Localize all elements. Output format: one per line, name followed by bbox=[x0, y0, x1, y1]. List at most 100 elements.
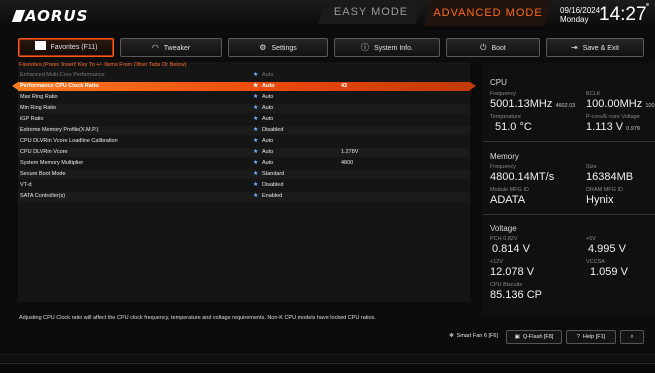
pch-voltage-value: 0.814 V bbox=[492, 243, 530, 255]
star-icon: ★ bbox=[253, 160, 259, 166]
bottom-divider bbox=[0, 363, 655, 364]
weekday-text: Monday bbox=[560, 15, 589, 24]
star-icon: ★ bbox=[253, 149, 259, 155]
setting-name: Min Ring Ratio bbox=[20, 105, 57, 111]
star-icon: ★ bbox=[253, 116, 259, 122]
core-voltage-sub: 0.979 bbox=[626, 126, 640, 132]
setting-value: Standard bbox=[262, 171, 285, 177]
aorus-logo: AORUS bbox=[11, 7, 88, 25]
voltage-section-title: Voltage bbox=[490, 224, 517, 233]
cpu-biscuits-label: CPU Biscuits bbox=[490, 282, 523, 288]
core-voltage-label: P-core/E-core Voltage bbox=[586, 114, 640, 120]
exit-icon: ⇥ bbox=[571, 43, 578, 52]
setting-name: Secure Boot Mode bbox=[20, 171, 66, 177]
setting-row[interactable]: CPU DLVRin Vcore Loadline Calibration ★ … bbox=[18, 137, 470, 146]
search-icon: ⌕ bbox=[630, 334, 634, 340]
setting-name: iGP Ratio bbox=[20, 116, 44, 122]
memory-section-title: Memory bbox=[490, 152, 519, 161]
setting-row[interactable]: Enhanced Multi-Core Performance ★ Auto bbox=[18, 71, 470, 80]
setting-current-value: 43 bbox=[341, 83, 348, 89]
12v-value: 12.078 V bbox=[490, 266, 535, 278]
setting-name: Extreme Memory Profile(X.M.P.) bbox=[20, 127, 99, 133]
advanced-mode-button[interactable]: ADVANCED MODE bbox=[424, 0, 552, 26]
tab-boot[interactable]: ⏻ Boot bbox=[446, 38, 540, 57]
setting-row[interactable]: CPU DLVRin Vcore ★ Auto 1.278V bbox=[18, 148, 470, 157]
help-button[interactable]: ? Help [F1] bbox=[566, 330, 616, 344]
cpu-frequency-value: 5001.13MHz 4602.03 bbox=[490, 98, 576, 110]
setting-name: CPU DLVRin Vcore bbox=[20, 149, 68, 155]
setting-row[interactable]: Min Ring Ratio ★ Auto bbox=[18, 104, 470, 113]
tab-save-exit[interactable]: ⇥ Save & Exit bbox=[546, 38, 644, 57]
memory-size-value: 16384MB bbox=[586, 171, 634, 183]
bclk-value: 100.00MHz 100 bbox=[586, 98, 655, 110]
module-mfg-label: Module MFG ID bbox=[490, 187, 529, 193]
setting-row[interactable]: SATA Controller(s) ★ Enabled bbox=[18, 192, 470, 201]
qflash-button[interactable]: ▣ Q-Flash [F8] bbox=[506, 330, 562, 344]
setting-value: Disabled bbox=[262, 182, 284, 188]
setting-row[interactable]: Extreme Memory Profile(X.M.P.) ★ Disable… bbox=[18, 126, 470, 135]
setting-current-value: 4800 bbox=[341, 160, 354, 166]
memory-size-label: Size bbox=[586, 164, 597, 170]
selection-arrow-left bbox=[12, 82, 18, 90]
easy-mode-button[interactable]: EASY MODE bbox=[318, 0, 424, 24]
cpu-temperature-value: 51.0 °C bbox=[495, 121, 532, 133]
cpu-frequency-sub: 4602.03 bbox=[555, 103, 576, 109]
setting-row[interactable]: iGP Ratio ★ Auto bbox=[18, 115, 470, 124]
5v-value: 4.995 V bbox=[588, 243, 626, 255]
gauge-icon: ◠ bbox=[151, 43, 159, 52]
setting-name: CPU DLVRin Vcore Loadline Calibration bbox=[20, 138, 118, 144]
selection-arrow-right bbox=[470, 82, 476, 90]
clock-time: 14:27 bbox=[599, 4, 647, 25]
help-icon: ? bbox=[576, 334, 580, 340]
memory-frequency-label: Frequency bbox=[490, 164, 516, 170]
setting-value: Auto bbox=[262, 116, 274, 122]
tab-system-info[interactable]: ⓘ System Info. bbox=[334, 38, 440, 57]
setting-value: Auto bbox=[262, 138, 274, 144]
cpu-frequency-label: Frequency bbox=[490, 91, 516, 97]
vccsa-label: VCCSA bbox=[586, 259, 605, 265]
smart-fan-button[interactable]: ✻ Smart Fan 6 [F6] bbox=[446, 330, 501, 342]
search-button[interactable]: ⌕ bbox=[620, 330, 644, 344]
setting-value: Auto bbox=[262, 94, 274, 100]
5v-label: +5V bbox=[586, 236, 596, 242]
setting-value: Auto bbox=[262, 72, 274, 78]
date-display: 09/16/2024 Monday bbox=[560, 6, 600, 24]
setting-name: SATA Controller(s) bbox=[20, 193, 66, 199]
item-help-text: Adjusting CPU Clock ratio will affect th… bbox=[19, 315, 376, 321]
bclk-sub: 100 bbox=[645, 103, 655, 109]
dram-mfg-label: DRAM MFG ID bbox=[586, 187, 623, 193]
cpu-temperature-label: Temperature bbox=[490, 114, 521, 120]
setting-row[interactable]: Max Ring Ratio ★ Auto bbox=[18, 93, 470, 102]
star-icon: ★ bbox=[253, 72, 259, 78]
star-icon: ★ bbox=[253, 171, 259, 177]
setting-value: Auto bbox=[262, 149, 274, 155]
cpu-section-title: CPU bbox=[490, 78, 507, 87]
tab-settings[interactable]: ⚙ Settings bbox=[228, 38, 328, 57]
setting-row[interactable]: VT-d ★ Disabled bbox=[18, 181, 470, 190]
setting-value: Auto bbox=[262, 83, 275, 89]
setting-name: System Memory Multiplier bbox=[20, 160, 84, 166]
setting-value: Auto bbox=[262, 105, 274, 111]
cpu-biscuits-value: 85.136 CP bbox=[490, 289, 542, 301]
setting-name: Performance CPU Clock Ratio bbox=[20, 83, 99, 89]
date-text: 09/16/2024 bbox=[560, 6, 601, 15]
setting-current-value: 1.278V bbox=[341, 149, 359, 155]
top-bar: AORUS EASY MODE ADVANCED MODE 09/16/2024… bbox=[0, 0, 655, 30]
status-dot bbox=[646, 3, 649, 6]
setting-value: Enabled bbox=[262, 193, 283, 199]
setting-row-selected[interactable]: Performance CPU Clock Ratio ★ Auto 43 bbox=[12, 82, 476, 91]
setting-row[interactable]: Secure Boot Mode ★ Standard bbox=[18, 170, 470, 179]
setting-value: Auto bbox=[262, 160, 274, 166]
power-icon: ⏻ bbox=[480, 43, 487, 52]
tab-favorites[interactable]: Favorites (F11) bbox=[18, 38, 114, 57]
dram-mfg-value: Hynix bbox=[586, 194, 614, 206]
tab-tweaker[interactable]: ◠ Tweaker bbox=[120, 38, 222, 57]
memory-frequency-value: 4800.14MT/s bbox=[490, 171, 555, 183]
info-icon: ⓘ bbox=[361, 43, 370, 52]
setting-value: Disabled bbox=[262, 127, 284, 133]
star-icon: ★ bbox=[253, 94, 259, 100]
vccsa-value: 1.059 V bbox=[590, 266, 628, 278]
pch-voltage-label: PCH 0.82V bbox=[490, 236, 518, 242]
setting-row[interactable]: System Memory Multiplier ★ Auto 4800 bbox=[18, 159, 470, 168]
star-icon: ★ bbox=[253, 193, 259, 199]
